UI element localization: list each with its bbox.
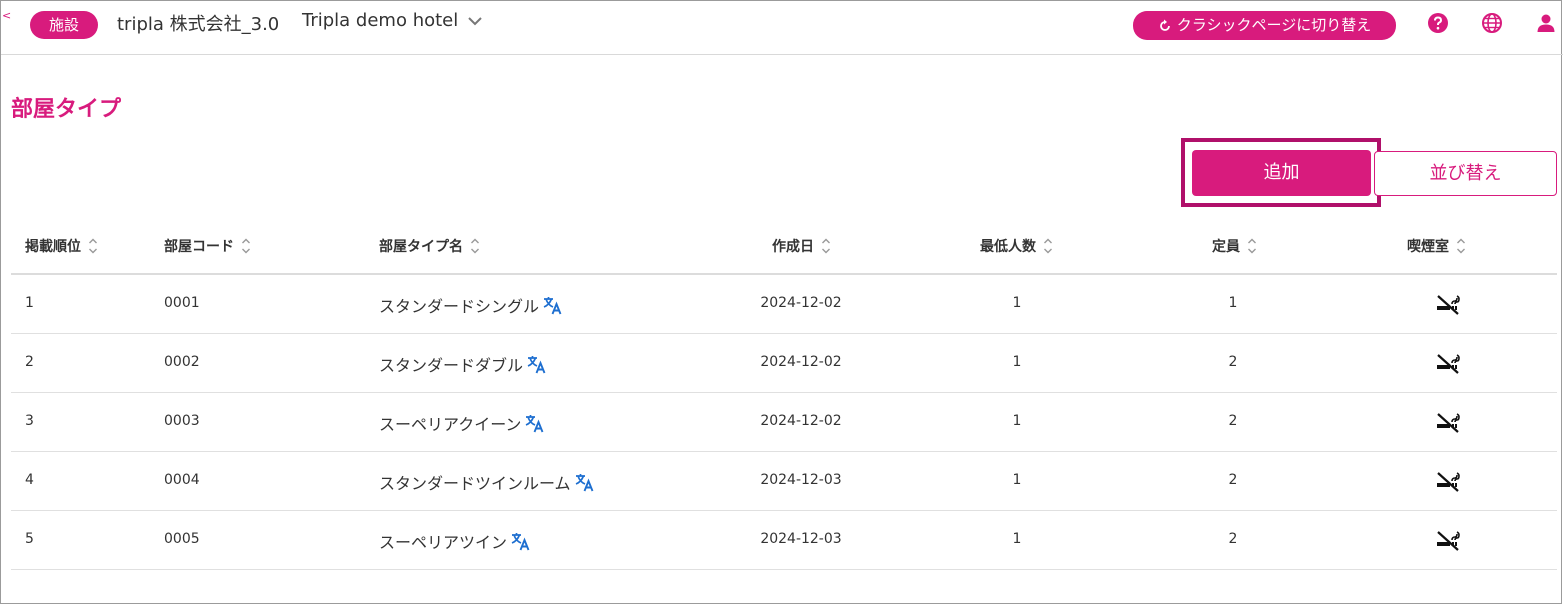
cell-capacity: 2 — [1228, 354, 1238, 370]
table-header: 掲載順位 部屋コード 部屋タイプ名 作成日 最低人数 定員 喫煙室 — [11, 218, 1557, 275]
cell-created: 2024-12-03 — [760, 472, 842, 488]
cell-order: 3 — [25, 413, 34, 429]
help-icon[interactable] — [1427, 12, 1449, 34]
column-header-min-guests[interactable]: 最低人数 — [980, 236, 1053, 256]
column-header-name[interactable]: 部屋タイプ名 — [379, 236, 480, 256]
refresh-icon — [1159, 19, 1170, 31]
cell-min-guests: 1 — [1012, 531, 1022, 547]
back-glyph[interactable]: < — [2, 9, 11, 22]
room-type-table: 掲載順位 部屋コード 部屋タイプ名 作成日 最低人数 定員 喫煙室 1 0001… — [11, 218, 1557, 570]
table-row[interactable]: 2 0002 スタンダードダブル 2024-12-02 1 2 — [11, 334, 1557, 393]
classic-page-switch-button[interactable]: クラシックページに切り替え — [1133, 11, 1396, 40]
no-smoking-icon — [1437, 295, 1460, 315]
cell-name: スーペリアクイーン — [379, 411, 546, 435]
cell-capacity: 2 — [1228, 531, 1238, 547]
sort-icon[interactable] — [1043, 237, 1053, 255]
cell-created: 2024-12-02 — [760, 295, 842, 311]
table-row[interactable]: 3 0003 スーペリアクイーン 2024-12-02 1 2 — [11, 393, 1557, 452]
reorder-button[interactable]: 並び替え — [1374, 151, 1557, 196]
cell-min-guests: 1 — [1012, 354, 1022, 370]
cell-code: 0003 — [164, 413, 200, 429]
cell-created: 2024-12-02 — [760, 354, 842, 370]
cell-min-guests: 1 — [1012, 295, 1022, 311]
cell-name: スタンダードダブル — [379, 352, 548, 376]
user-icon[interactable] — [1535, 12, 1557, 34]
top-bar: < 施設 tripla 株式会社_3.0 Tripla demo hotel ク… — [1, 1, 1563, 55]
cell-code: 0005 — [164, 531, 200, 547]
hotel-selector[interactable]: Tripla demo hotel — [302, 10, 458, 31]
column-header-order[interactable]: 掲載順位 — [25, 236, 98, 256]
cell-name: スタンダードツインルーム — [379, 470, 596, 494]
facility-badge: 施設 — [30, 11, 98, 39]
cell-min-guests: 1 — [1012, 472, 1022, 488]
no-smoking-icon — [1437, 413, 1460, 433]
column-header-capacity[interactable]: 定員 — [1212, 236, 1257, 256]
cell-order: 2 — [25, 354, 34, 370]
translate-icon[interactable] — [510, 530, 532, 552]
sort-icon[interactable] — [88, 237, 98, 255]
sort-icon[interactable] — [821, 237, 831, 255]
column-header-created[interactable]: 作成日 — [772, 236, 831, 256]
no-smoking-icon — [1437, 531, 1460, 551]
translate-icon[interactable] — [524, 412, 546, 434]
table-row[interactable]: 5 0005 スーペリアツイン 2024-12-03 1 2 — [11, 511, 1557, 570]
cell-created: 2024-12-02 — [760, 413, 842, 429]
sort-icon[interactable] — [1247, 237, 1257, 255]
translate-icon[interactable] — [526, 353, 548, 375]
cell-capacity: 2 — [1228, 472, 1238, 488]
cell-name: スーペリアツイン — [379, 529, 532, 553]
add-button[interactable]: 追加 — [1192, 150, 1371, 196]
globe-icon[interactable] — [1481, 12, 1503, 34]
page-title: 部屋タイプ — [11, 97, 122, 122]
cell-capacity: 1 — [1228, 295, 1238, 311]
cell-min-guests: 1 — [1012, 413, 1022, 429]
cell-order: 4 — [25, 472, 34, 488]
translate-icon[interactable] — [542, 294, 564, 316]
sort-icon[interactable] — [470, 237, 480, 255]
cell-code: 0001 — [164, 295, 200, 311]
no-smoking-icon — [1437, 354, 1460, 374]
column-header-smoking[interactable]: 喫煙室 — [1407, 236, 1466, 256]
cell-code: 0004 — [164, 472, 200, 488]
chevron-down-icon[interactable] — [467, 13, 483, 29]
cell-code: 0002 — [164, 354, 200, 370]
no-smoking-icon — [1437, 472, 1460, 492]
company-name: tripla 株式会社_3.0 — [117, 14, 280, 35]
cell-order: 1 — [25, 295, 34, 311]
sort-icon[interactable] — [1456, 237, 1466, 255]
cell-order: 5 — [25, 531, 34, 547]
cell-capacity: 2 — [1228, 413, 1238, 429]
table-row[interactable]: 4 0004 スタンダードツインルーム 2024-12-03 1 2 — [11, 452, 1557, 511]
classic-page-switch-label: クラシックページに切り替え — [1176, 16, 1372, 34]
cell-created: 2024-12-03 — [760, 531, 842, 547]
table-row[interactable]: 1 0001 スタンダードシングル 2024-12-02 1 1 — [11, 275, 1557, 334]
sort-icon[interactable] — [241, 237, 251, 255]
column-header-code[interactable]: 部屋コード — [164, 236, 251, 256]
translate-icon[interactable] — [574, 471, 596, 493]
cell-name: スタンダードシングル — [379, 293, 564, 317]
